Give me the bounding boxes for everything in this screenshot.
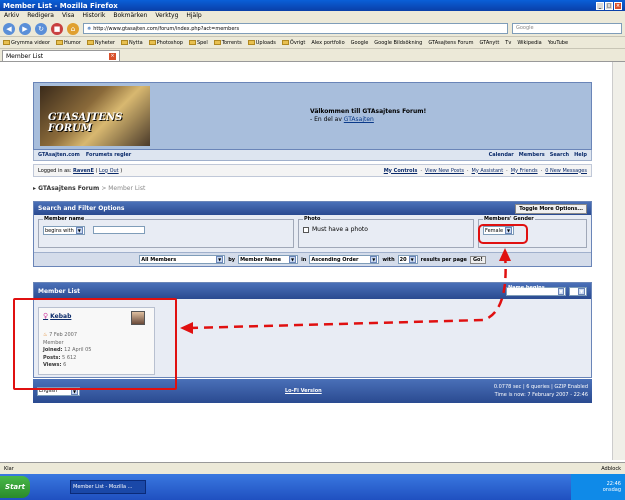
menu-arkiv[interactable]: Arkiv <box>4 12 19 20</box>
folder-icon <box>148 40 156 45</box>
home-icon[interactable]: ⌂ <box>67 22 79 35</box>
folder-icon <box>188 40 196 45</box>
window-title: Member List - Mozilla Firefox <box>3 1 118 10</box>
bookmark-item[interactable]: YouTube <box>548 40 568 46</box>
bookmark-item[interactable]: Wikipedia <box>517 40 541 46</box>
adblock-status[interactable]: Adblock <box>601 466 621 472</box>
minimize-button[interactable]: _ <box>596 1 604 10</box>
arrow-head-up <box>499 248 511 261</box>
bookmark-item[interactable]: Uploads <box>247 40 276 46</box>
url-bar[interactable]: ✵ http://www.gtasajten.com/forum/index.p… <box>83 23 508 34</box>
tab-member-list[interactable]: Member List × <box>2 50 120 61</box>
folder-icon <box>213 40 221 45</box>
bookmark-item[interactable]: Nyheter <box>86 40 115 46</box>
folder-icon <box>120 40 128 45</box>
stop-icon[interactable]: ■ <box>51 22 63 35</box>
forward-icon[interactable]: ▶ <box>19 22 31 35</box>
arrow-annotation <box>180 248 511 334</box>
folder-icon <box>281 40 289 45</box>
system-tray: 22:46 onsdag <box>571 474 625 500</box>
bookmark-item[interactable]: GTAnytt <box>479 40 499 46</box>
bookmark-item[interactable]: Torrents <box>213 40 242 46</box>
menu-historik[interactable]: Historik <box>82 12 105 20</box>
bookmark-item[interactable]: Grymma videor <box>3 40 50 46</box>
url-text: http://www.gtasajten.com/forum/index.php… <box>93 25 240 32</box>
folder-icon <box>86 40 94 45</box>
bookmark-item[interactable]: Nytta <box>120 40 143 46</box>
maximize-button[interactable]: □ <box>605 1 613 10</box>
bookmark-item[interactable]: Humor <box>56 40 81 46</box>
bookmark-item[interactable]: Google <box>351 40 369 46</box>
menu-verktyg[interactable]: Verktyg <box>155 12 178 20</box>
arrow-head-left <box>180 322 193 334</box>
bookmark-item[interactable]: Övrigt <box>281 40 305 46</box>
back-icon[interactable]: ◀ <box>3 22 15 35</box>
navigation-toolbar: ◀ ▶ ↻ ■ ⌂ ✵ http://www.gtasajten.com/for… <box>0 21 625 37</box>
menu-bokmarken[interactable]: Bokmärken <box>113 12 147 20</box>
bookmark-item[interactable]: Spel <box>188 40 208 46</box>
tab-strip: Member List × <box>0 49 625 62</box>
close-tab-icon[interactable]: × <box>109 52 116 60</box>
folder-icon <box>247 40 255 45</box>
bookmark-item[interactable]: Alex portfolio <box>311 40 344 46</box>
arrow-path <box>189 253 507 330</box>
bookmark-item[interactable]: Google Bildsökning <box>374 40 422 46</box>
folder-icon <box>56 40 63 45</box>
bookmark-item[interactable]: Photoshop <box>148 40 183 46</box>
menu-hjalp[interactable]: Hjälp <box>186 12 201 20</box>
status-text: Klar <box>4 465 14 472</box>
taskbar-firefox-item[interactable]: Member List - Mozilla ... <box>70 480 146 494</box>
bookmarks-toolbar: Grymma videor Humor Nyheter Nytta Photos… <box>0 37 625 49</box>
reload-icon[interactable]: ↻ <box>35 22 47 35</box>
vertical-scrollbar[interactable] <box>612 62 625 460</box>
start-button[interactable]: Start <box>0 476 30 498</box>
search-input[interactable]: Google <box>512 23 622 34</box>
status-bar: Klar Adblock <box>0 462 625 474</box>
bookmark-item[interactable]: GTAsajtens Forum <box>428 40 473 46</box>
folder-icon <box>3 40 10 45</box>
page-favicon-icon: ✵ <box>87 25 92 32</box>
clock-day: onsdag <box>602 487 621 493</box>
window-titlebar: Member List - Mozilla Firefox _ □ × <box>0 0 625 11</box>
page-content: GTASAJTENS FORUM Välkommen till GTAsajte… <box>0 62 612 460</box>
menu-visa[interactable]: Visa <box>62 12 74 20</box>
menu-redigera[interactable]: Redigera <box>27 12 54 20</box>
windows-taskbar: Start Member List - Mozilla ... 22:46 on… <box>0 474 625 500</box>
bookmark-item[interactable]: Tv <box>505 40 511 46</box>
close-button[interactable]: × <box>614 1 622 10</box>
menu-bar: Arkiv Redigera Visa Historik Bokmärken V… <box>0 11 625 21</box>
